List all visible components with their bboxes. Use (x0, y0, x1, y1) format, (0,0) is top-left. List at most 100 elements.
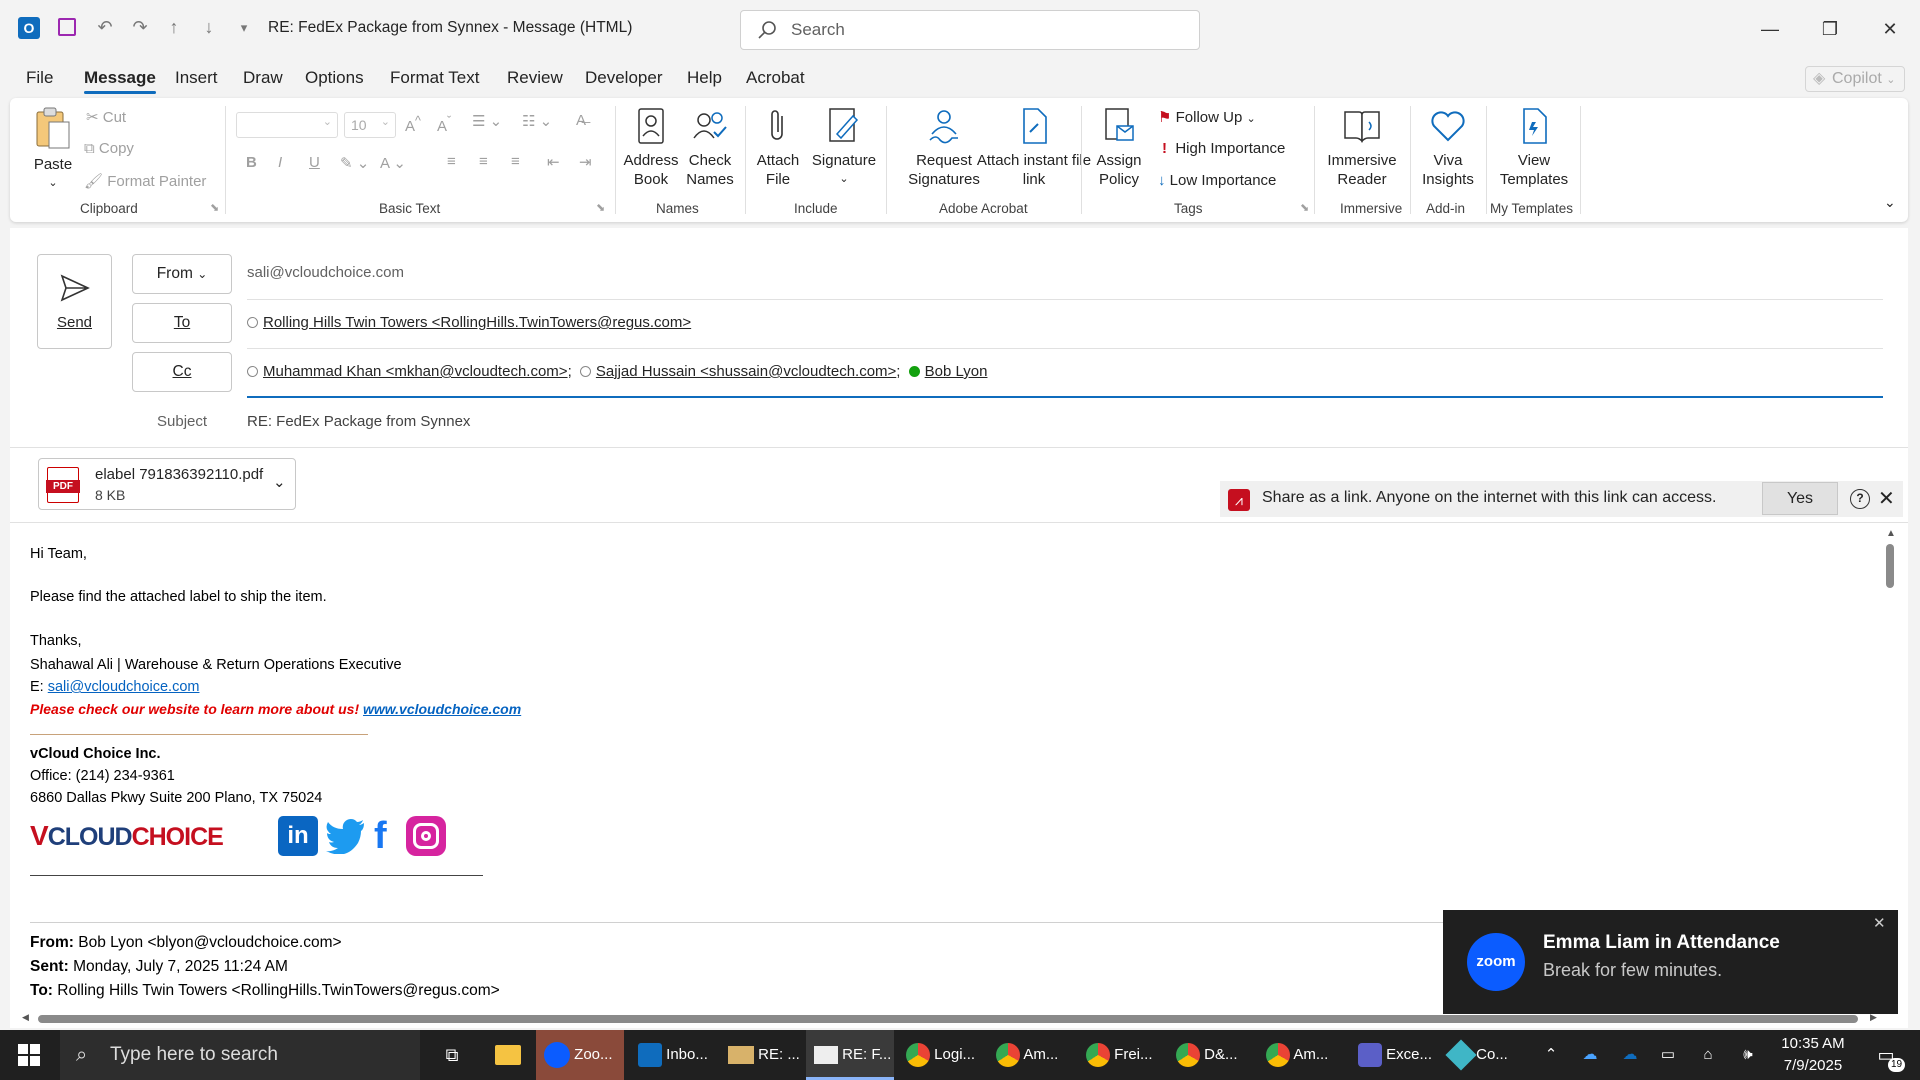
scroll-thumb[interactable] (1886, 544, 1894, 588)
grow-font-icon[interactable]: A^ (405, 114, 421, 135)
clipboard-launcher-icon[interactable]: ⬊ (210, 201, 219, 214)
file-explorer-icon[interactable] (490, 1030, 526, 1080)
font-name-select[interactable]: ⌄ (236, 112, 338, 138)
scroll-thumb[interactable] (38, 1015, 1858, 1023)
task-view-icon[interactable]: ⧉ (436, 1030, 468, 1080)
search-input[interactable]: Search (740, 10, 1200, 50)
follow-up-button[interactable]: ⚑ Follow Up ⌄ (1158, 108, 1256, 126)
subject-input[interactable]: RE: FedEx Package from Synnex (247, 413, 470, 430)
clear-formatting-icon[interactable]: A̶ (576, 112, 586, 129)
scroll-left-icon[interactable]: ◀ (22, 1012, 29, 1023)
customize-toolbar-icon[interactable]: ▾ (231, 20, 257, 36)
taskbar-app-mail[interactable]: RE: ... (720, 1030, 804, 1080)
high-importance-button[interactable]: ! High Importance (1162, 140, 1285, 157)
instagram-icon[interactable] (406, 816, 446, 856)
taskbar-app-chrome[interactable]: Am... (990, 1030, 1074, 1080)
attach-instant-file-link-button[interactable]: Attach instant file link (974, 106, 1094, 189)
onedrive-icon[interactable]: ☁ (1578, 1030, 1602, 1080)
basic-text-launcher-icon[interactable]: ⬊ (596, 201, 605, 214)
linkedin-icon[interactable]: in (278, 816, 318, 856)
facebook-icon[interactable]: f (374, 816, 398, 856)
taskbar-app-outlook[interactable]: Inbo... (630, 1030, 714, 1080)
attach-file-button[interactable]: Attach File (752, 106, 804, 189)
view-templates-button[interactable]: View Templates (1494, 106, 1574, 189)
cc-button[interactable]: Cc (132, 352, 232, 392)
immersive-reader-button[interactable]: Immersive Reader (1322, 106, 1402, 189)
minimize-button[interactable]: — (1753, 12, 1787, 46)
close-window-button[interactable]: ✕ (1873, 12, 1907, 46)
tab-options[interactable]: Options (305, 68, 364, 88)
underline-button[interactable]: U (309, 154, 320, 171)
taskbar-app-teams[interactable]: Exce... (1352, 1030, 1442, 1080)
close-icon[interactable]: ✕ (1878, 486, 1895, 511)
numbering-icon[interactable]: ☷ ⌄ (522, 112, 552, 130)
tab-file[interactable]: File (26, 68, 53, 88)
bold-button[interactable]: B (246, 154, 257, 171)
taskbar-app-copilot[interactable]: Co... (1444, 1030, 1520, 1080)
taskbar-search-input[interactable]: ⌕ Type here to search (60, 1030, 420, 1080)
horizontal-scrollbar[interactable]: ◀ ▶ (22, 1012, 1882, 1024)
taskbar-app-chrome[interactable]: Am... (1260, 1030, 1344, 1080)
taskbar-app-chrome[interactable]: Frei... (1080, 1030, 1164, 1080)
send-button[interactable]: Send (37, 254, 112, 349)
align-left-icon[interactable]: ≡ (447, 153, 456, 170)
tab-acrobat[interactable]: Acrobat (746, 68, 805, 88)
copilot-button[interactable]: ◈ Copilot ⌄ (1805, 66, 1905, 92)
signature-button[interactable]: Signature ⌄ (809, 106, 879, 189)
tab-developer[interactable]: Developer (585, 68, 663, 88)
twitter-icon[interactable] (326, 818, 366, 854)
font-color-icon[interactable]: A ⌄ (380, 154, 406, 172)
network-icon[interactable]: ⌂ (1696, 1030, 1720, 1080)
tab-review[interactable]: Review (507, 68, 563, 88)
tags-launcher-icon[interactable]: ⬊ (1300, 201, 1309, 214)
shrink-font-icon[interactable]: Aˇ (437, 114, 451, 135)
scroll-up-icon[interactable]: ▲ (1886, 528, 1896, 539)
address-book-button[interactable]: Address Book (622, 106, 680, 189)
bullets-icon[interactable]: ☰ ⌄ (472, 112, 502, 130)
tab-help[interactable]: Help (687, 68, 722, 88)
align-center-icon[interactable]: ≡ (479, 153, 488, 170)
paste-button[interactable]: Paste ⌄ (28, 106, 78, 193)
share-yes-button[interactable]: Yes (1762, 482, 1838, 515)
assign-policy-button[interactable]: Assign Policy (1088, 106, 1150, 189)
message-body[interactable]: Hi Team, Please find the attached label … (30, 543, 521, 876)
decrease-indent-icon[interactable]: ⇤ (547, 153, 560, 171)
collapse-ribbon-icon[interactable]: ⌄ (1884, 194, 1896, 211)
close-icon[interactable]: ✕ (1873, 914, 1886, 932)
website-link[interactable]: www.vcloudchoice.com (363, 701, 521, 717)
tab-draw[interactable]: Draw (243, 68, 283, 88)
taskbar-app-chrome[interactable]: Logi... (900, 1030, 984, 1080)
clock[interactable]: 10:35 AM 7/9/2025 (1776, 1030, 1850, 1080)
next-item-icon[interactable]: ↓ (196, 17, 222, 38)
tab-insert[interactable]: Insert (175, 68, 218, 88)
tab-message[interactable]: Message (84, 68, 156, 94)
highlight-icon[interactable]: ✎ ⌄ (340, 154, 369, 172)
copy-button[interactable]: ⧉ Copy (84, 140, 134, 157)
onedrive-business-icon[interactable]: ☁ (1618, 1030, 1642, 1080)
undo-icon[interactable]: ↶ (92, 17, 118, 38)
signature-email-link[interactable]: sali@vcloudchoice.com (48, 679, 200, 695)
cut-button[interactable]: ✂ Cut (86, 108, 126, 126)
format-painter-button[interactable]: 🖌 Format Painter (84, 172, 206, 190)
start-button[interactable] (0, 1030, 58, 1080)
taskbar-app-chrome[interactable]: D&... (1170, 1030, 1254, 1080)
align-right-icon[interactable]: ≡ (511, 153, 520, 170)
to-recipient[interactable]: Rolling Hills Twin Towers <RollingHills.… (247, 314, 691, 331)
zoom-notification[interactable]: zoom Emma Liam in Attendance Break for f… (1443, 910, 1898, 1014)
font-size-select[interactable]: 10 ⌄ (344, 112, 396, 138)
save-icon[interactable] (58, 18, 76, 36)
from-button[interactable]: From ⌄ (132, 254, 232, 294)
increase-indent-icon[interactable]: ⇥ (579, 153, 592, 171)
check-names-button[interactable]: Check Names (683, 106, 737, 189)
tab-format-text[interactable]: Format Text (390, 68, 479, 88)
redo-icon[interactable]: ↷ (127, 17, 153, 38)
chevron-down-icon[interactable]: ⌄ (273, 473, 286, 491)
italic-button[interactable]: I (278, 154, 282, 171)
taskbar-app-zoom[interactable]: Zoo... (536, 1030, 624, 1080)
tray-chevron-icon[interactable]: ⌃ (1540, 1030, 1562, 1080)
low-importance-button[interactable]: ↓ Low Importance (1158, 172, 1276, 189)
to-button[interactable]: To (132, 303, 232, 343)
battery-icon[interactable]: ▭ (1656, 1030, 1680, 1080)
outlook-logo-icon[interactable]: O (18, 17, 40, 39)
previous-item-icon[interactable]: ↑ (161, 17, 187, 38)
